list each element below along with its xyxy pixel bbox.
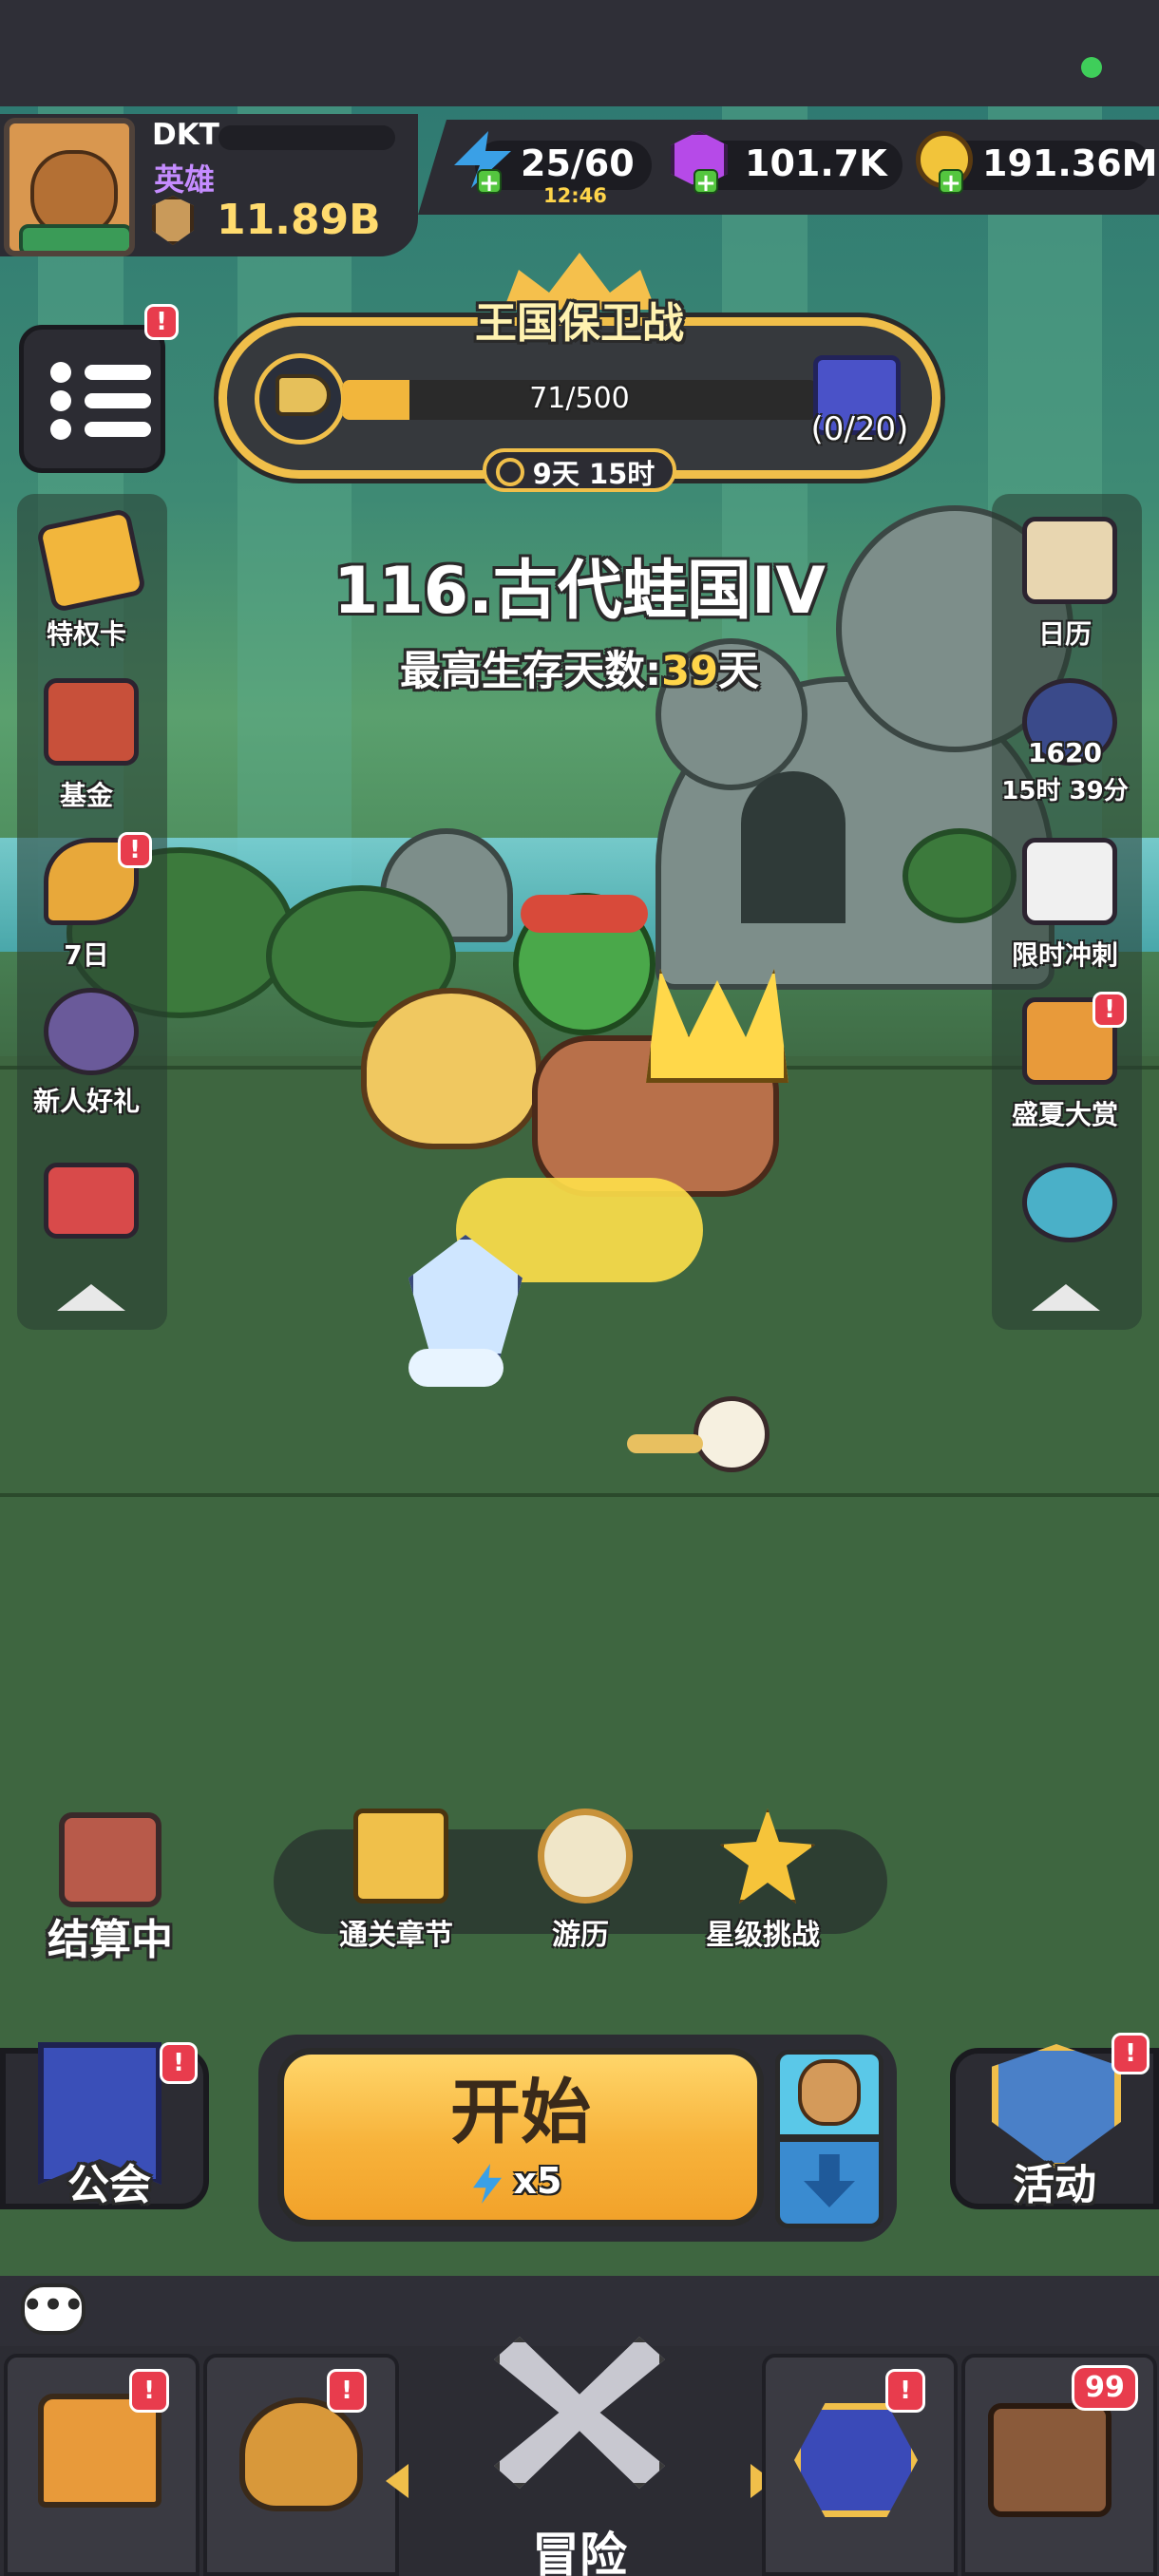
left-item-label: 基金 [59,780,113,811]
left-item-fund[interactable]: 基金 [15,665,158,811]
mode-label: 星级挑战 [706,1919,820,1952]
capybara-pet-icon [798,2059,861,2126]
compass-icon [538,1809,633,1904]
start-label: 开始 [450,2072,591,2153]
stage-title: 116.古代蛙国IV [333,554,826,629]
activity-alert-badge: ! [1112,2033,1150,2074]
left-item-label: 特权卡 [46,618,126,650]
power-value: 11.89B [217,196,381,244]
main-menu-button[interactable] [19,325,165,473]
golden-beast-pet [361,988,542,1149]
mode-travel[interactable]: 游历 [500,1809,661,1960]
survival-label: 最高生存天数: [399,648,662,695]
calendar-icon [1022,517,1117,604]
menu-alert-badge: ! [144,304,179,340]
gem-value: 101.7K [745,142,887,184]
chest-count-badge: 99 [1072,2365,1138,2411]
event-title: 王国保卫战 [475,299,684,348]
event-timer-text: 9天 15时 [532,458,656,490]
player-rank: 英雄 [154,161,216,198]
start-cost: x5 [513,2160,562,2202]
right-item-label: 日历 [1037,618,1092,650]
limited-calendar-icon [1022,838,1117,925]
status-bar [0,0,1159,106]
chat-strip [0,2276,1159,2346]
golden-antlers [646,969,788,1083]
ground-line [0,1493,1159,1497]
energy-timer: 12:46 [543,184,607,207]
activity-label: 活动 [1013,2161,1096,2209]
mouse-pet-tail [627,1434,703,1453]
gift-boxes-icon [44,1163,139,1239]
survival-unit: 天 [718,648,760,695]
status-indicator-dot [1081,57,1102,78]
left-item-privilege-card[interactable]: 特权卡 [15,503,158,650]
upgrade-alert-badge: ! [885,2369,925,2413]
adventure-label: 冒险 [532,2528,627,2576]
guild-label: 公会 [67,2161,151,2209]
menu-dot [50,390,71,411]
avatar[interactable] [4,118,135,256]
pinwheel-icon [1022,1163,1117,1242]
treasure-chest-icon [988,2403,1112,2517]
right-item-label: 盛夏大赏 [1011,1099,1118,1130]
mode-chapter[interactable]: 通关章节 [315,1809,477,1960]
arena-timer: 15时 39分 [1001,777,1129,805]
right-expand-arrow[interactable] [1032,1284,1100,1311]
name-bar [218,125,395,150]
menu-dot [50,362,71,383]
menu-line [85,422,151,437]
summer-shop-alert-badge: ! [1092,992,1127,1028]
mode-star-challenge[interactable]: 星级挑战 [682,1809,844,1960]
mouse-pet [694,1396,770,1472]
coin-plus-icon[interactable]: + [939,169,963,196]
star-trophy-icon [720,1809,815,1904]
settle-label: 结算中 [48,1916,173,1964]
right-item-limited-sprint[interactable]: 限时冲刺 [994,824,1136,971]
guild-alert-badge: ! [160,2042,198,2084]
mode-label: 通关章节 [339,1919,453,1952]
settle-button[interactable]: 结算中 [34,1805,186,1976]
helmet-icon [239,2397,363,2511]
event-reward-count: (0/20) [810,410,909,448]
avatar-scarf [19,224,129,251]
left-expand-arrow[interactable] [57,1284,125,1311]
crossed-swords-icon [59,1812,162,1907]
left-item-label: 7日 [64,939,109,971]
temple-door [741,771,846,923]
coin-value: 191.36M [982,142,1158,184]
survival-days: 39 [661,648,719,695]
newbie-sword-icon [44,988,139,1075]
left-item-label: 新人好礼 [32,1086,140,1117]
equipment-alert-badge: ! [327,2369,367,2413]
ice-cloud [408,1349,504,1387]
event-progress-text: 71/500 [529,382,630,415]
right-item-calendar[interactable]: 日历 [994,503,1136,650]
turtle-hero-bandana [521,895,648,933]
shop-alert-badge: ! [129,2369,169,2413]
7day-alert-badge: ! [118,832,152,868]
menu-line [85,393,151,408]
horn-bell-icon [276,374,331,416]
player-name: DKT [152,118,219,152]
privilege-card-icon [35,507,147,614]
right-item-pinwheel[interactable] [994,1149,1136,1254]
arena-score: 1620 [1028,737,1102,768]
survival-record: 最高生存天数:39天 [285,638,874,697]
mode-label: 游历 [552,1919,609,1952]
chat-bubble-icon: ••• [22,2286,85,2324]
nav-left-arrow-icon[interactable] [386,2464,408,2498]
menu-dot [50,419,71,440]
left-item-newbie-gift[interactable]: 新人好礼 [15,975,158,1117]
gem-plus-icon[interactable]: + [694,169,718,196]
menu-line [85,365,151,380]
right-item-arena[interactable]: 1620 15时 39分 [994,665,1136,807]
chapter-gate-icon [353,1809,448,1904]
energy-value: 25/60 [521,142,635,184]
fund-chart-icon [44,678,139,766]
energy-plus-icon[interactable]: + [477,169,502,196]
left-item-gift-boxes[interactable] [15,1149,158,1254]
right-item-label: 限时冲刺 [1011,939,1118,971]
